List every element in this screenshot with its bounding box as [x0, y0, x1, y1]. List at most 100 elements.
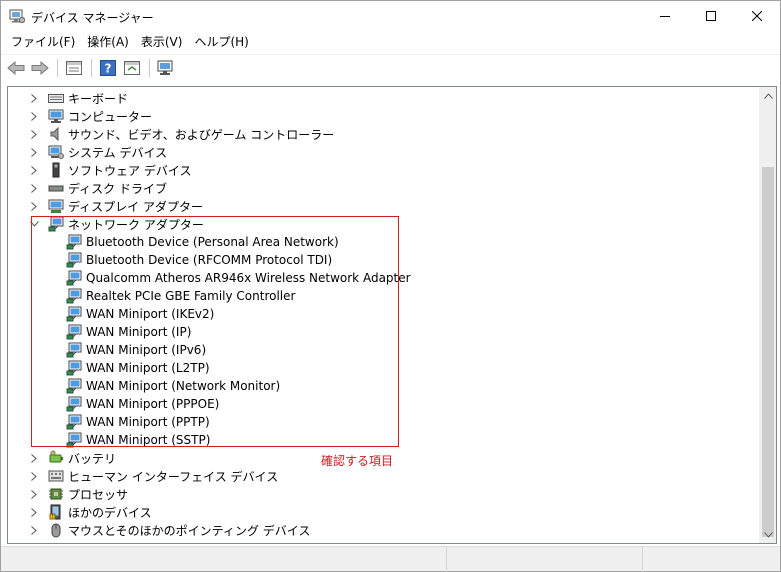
minimize-button[interactable] — [642, 1, 688, 31]
device-icon — [48, 486, 64, 502]
expand-toggle[interactable] — [28, 143, 40, 161]
other-device-icon: ! — [49, 504, 61, 520]
expand-toggle[interactable] — [28, 89, 40, 107]
tree-category-item[interactable]: プロセッサ — [28, 485, 128, 503]
tree-item-label: システム デバイス — [68, 145, 168, 160]
device-tree-pane[interactable]: キーボードコンピューター サウンド、ビデオ、およびゲーム コントローラーシステム … — [7, 86, 777, 544]
expand-toggle[interactable] — [28, 161, 40, 179]
forward-button[interactable] — [29, 57, 51, 79]
title-bar: デバイス マネージャー — [1, 1, 780, 31]
tree-item-label: ほかのデバイス — [68, 505, 152, 520]
tree-category-item[interactable]: ヒューマン インターフェイス デバイス — [28, 467, 278, 485]
device-icon — [48, 126, 64, 142]
expand-toggle[interactable] — [28, 125, 40, 143]
tree-category-item[interactable]: キーボード — [28, 89, 128, 107]
tree-category-item[interactable]: ソフトウェア デバイス — [28, 161, 191, 179]
scan-hardware-button[interactable] — [155, 57, 177, 79]
expand-toggle[interactable] — [28, 521, 40, 539]
chevron-right-icon — [31, 471, 37, 481]
close-button[interactable] — [734, 1, 780, 31]
tree-category-item[interactable]: サウンド、ビデオ、およびゲーム コントローラー — [28, 125, 334, 143]
device-manager-app-icon — [9, 8, 26, 24]
device-icon — [48, 108, 64, 124]
menu-action[interactable]: 操作(A) — [82, 32, 134, 52]
maximize-button[interactable] — [688, 1, 734, 31]
expand-toggle[interactable] — [28, 197, 40, 215]
tree-item-label: バッテリ — [68, 451, 117, 466]
software-device-icon — [52, 162, 60, 178]
scroll-up-button[interactable] — [760, 87, 776, 104]
tree-item-label: コンピューター — [68, 109, 153, 124]
menu-bar: ファイル(F) 操作(A) 表示(V) ヘルプ(H) — [1, 31, 780, 53]
properties-button[interactable] — [63, 57, 85, 79]
keyboard-icon — [48, 94, 64, 103]
svg-text:?: ? — [105, 61, 112, 75]
forward-arrow-icon — [31, 60, 49, 75]
window-title: デバイス マネージャー — [31, 11, 154, 25]
expand-toggle[interactable] — [28, 467, 40, 485]
chevron-right-icon — [31, 489, 37, 499]
tree-category-item[interactable]: ディスプレイ アダプター — [28, 197, 203, 215]
tree-item-label: マウスとそのほかのポインティング デバイス — [68, 523, 311, 538]
device-icon — [48, 450, 64, 466]
device-icon — [48, 180, 64, 196]
device-icon — [48, 522, 64, 538]
device-icon — [48, 468, 64, 484]
computer-icon — [48, 109, 64, 123]
tree-item-label: ディスプレイ アダプター — [68, 199, 203, 214]
device-icon: ! — [48, 504, 64, 520]
update-driver-button[interactable] — [121, 57, 143, 79]
chevron-right-icon — [31, 453, 37, 463]
help-button[interactable]: ? — [97, 57, 119, 79]
tree-category-item[interactable]: マウスとそのほかのポインティング デバイス — [28, 521, 310, 539]
properties-icon — [66, 60, 82, 75]
expand-toggle[interactable] — [28, 503, 40, 521]
vertical-scrollbar[interactable] — [759, 87, 776, 543]
processor-icon — [49, 488, 63, 500]
scroll-thumb[interactable] — [762, 167, 774, 537]
device-icon — [48, 90, 64, 106]
expand-toggle[interactable] — [28, 449, 40, 467]
disk-drive-icon — [48, 185, 64, 192]
back-arrow-icon — [7, 60, 25, 75]
update-driver-icon — [124, 60, 140, 75]
menu-view[interactable]: 表示(V) — [136, 32, 188, 52]
highlight-box — [31, 216, 399, 447]
tree-category-item[interactable]: ! ほかのデバイス — [28, 503, 152, 521]
toolbar-separator — [91, 58, 92, 77]
hid-icon — [48, 470, 64, 482]
expand-toggle[interactable] — [28, 107, 40, 125]
tree-category-item[interactable]: ディスク ドライブ — [28, 179, 167, 197]
menu-file[interactable]: ファイル(F) — [6, 32, 80, 52]
toolbar-separator — [149, 58, 150, 77]
battery-icon — [49, 450, 63, 463]
tree-category-item[interactable]: バッテリ — [28, 449, 116, 467]
device-icon — [48, 198, 64, 214]
scan-hardware-icon — [157, 60, 173, 75]
tree-category-item[interactable]: システム デバイス — [28, 143, 167, 161]
tree-item-label: ヒューマン インターフェイス デバイス — [68, 469, 279, 484]
tree-item-label: ディスク ドライブ — [68, 181, 167, 196]
mouse-icon — [51, 523, 61, 538]
back-button[interactable] — [5, 57, 27, 79]
chevron-right-icon — [31, 111, 37, 121]
chevron-right-icon — [31, 165, 37, 175]
toolbar: ? — [1, 54, 780, 80]
scroll-down-button[interactable] — [760, 526, 776, 543]
toolbar-separator — [57, 58, 58, 77]
device-manager-window: デバイス マネージャー ファイル(F) 操作(A) 表示(V) ヘルプ(H) ? — [0, 0, 781, 572]
tree-item-label: プロセッサ — [68, 487, 129, 502]
help-icon: ? — [100, 59, 116, 76]
speaker-icon — [50, 126, 59, 142]
chevron-down-icon — [764, 531, 773, 538]
chevron-right-icon — [31, 525, 37, 535]
maximize-icon — [706, 11, 716, 21]
expand-toggle[interactable] — [28, 179, 40, 197]
close-icon — [752, 11, 762, 21]
annotation-label: 確認する項目 — [321, 454, 394, 468]
tree-category-item[interactable]: コンピューター — [28, 107, 152, 125]
chevron-right-icon — [31, 93, 37, 103]
device-icon — [48, 162, 64, 178]
menu-help[interactable]: ヘルプ(H) — [189, 32, 253, 52]
expand-toggle[interactable] — [28, 485, 40, 503]
